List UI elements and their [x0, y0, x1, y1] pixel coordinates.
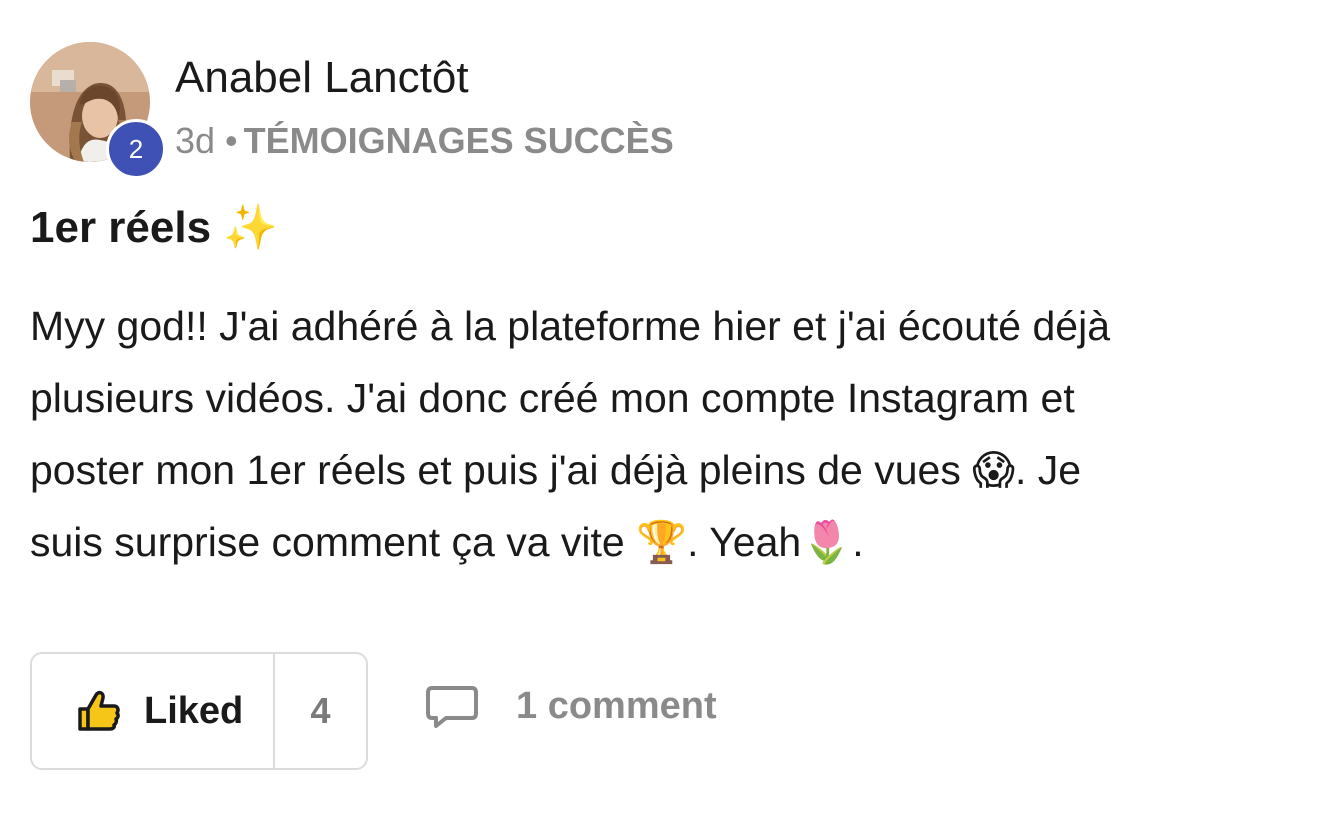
- trophy-icon: 🏆: [636, 518, 688, 566]
- post-body-text: .: [852, 519, 864, 565]
- like-label: Liked: [144, 689, 244, 732]
- post-title: 1er réels ✨: [30, 201, 278, 253]
- screaming-face-icon: 😱: [972, 446, 1015, 494]
- post-body-line: poster mon 1er réels et puis j'ai déjà p…: [30, 434, 1300, 506]
- like-button[interactable]: Liked: [32, 654, 275, 768]
- post-body-line: plusieurs vidéos. J'ai donc créé mon com…: [30, 375, 1075, 421]
- post-body-line: suis surprise comment ça va vite 🏆. Yeah…: [30, 506, 1300, 578]
- post-body: Myy god!! J'ai adhéré à la plateforme hi…: [30, 290, 1300, 578]
- sparkles-icon: ✨: [223, 202, 279, 253]
- post-body-text: . Je: [1015, 447, 1082, 493]
- comment-icon: [426, 686, 478, 728]
- author-name[interactable]: Anabel Lanctôt: [175, 53, 469, 103]
- author-avatar-container[interactable]: 2: [30, 42, 166, 179]
- post-meta: 3d • TÉMOIGNAGES SUCCÈS: [175, 120, 674, 162]
- like-count[interactable]: 4: [275, 690, 366, 732]
- post-body-line: Myy god!! J'ai adhéré à la plateforme hi…: [30, 303, 1110, 349]
- meta-separator: •: [225, 120, 238, 161]
- post-body-text: . Yeah: [687, 519, 802, 565]
- comment-button[interactable]: 1 comment: [424, 682, 717, 730]
- thumbs-up-icon: [78, 690, 120, 731]
- post-time: 3d: [175, 120, 216, 161]
- comment-count-label: 1 comment: [516, 684, 717, 727]
- post-category[interactable]: TÉMOIGNAGES SUCCÈS: [244, 120, 674, 161]
- post-body-text: suis surprise comment ça va vite: [30, 519, 637, 565]
- post-title-text: 1er réels: [30, 203, 212, 252]
- post-body-text: poster mon 1er réels et puis j'ai déjà p…: [30, 447, 973, 493]
- like-control: Liked 4: [30, 652, 368, 770]
- level-badge: 2: [106, 119, 166, 179]
- tulip-icon: 🌷: [801, 518, 853, 566]
- post-card: 2 Anabel Lanctôt 3d • TÉMOIGNAGES SUCCÈS 1…: [0, 0, 1320, 817]
